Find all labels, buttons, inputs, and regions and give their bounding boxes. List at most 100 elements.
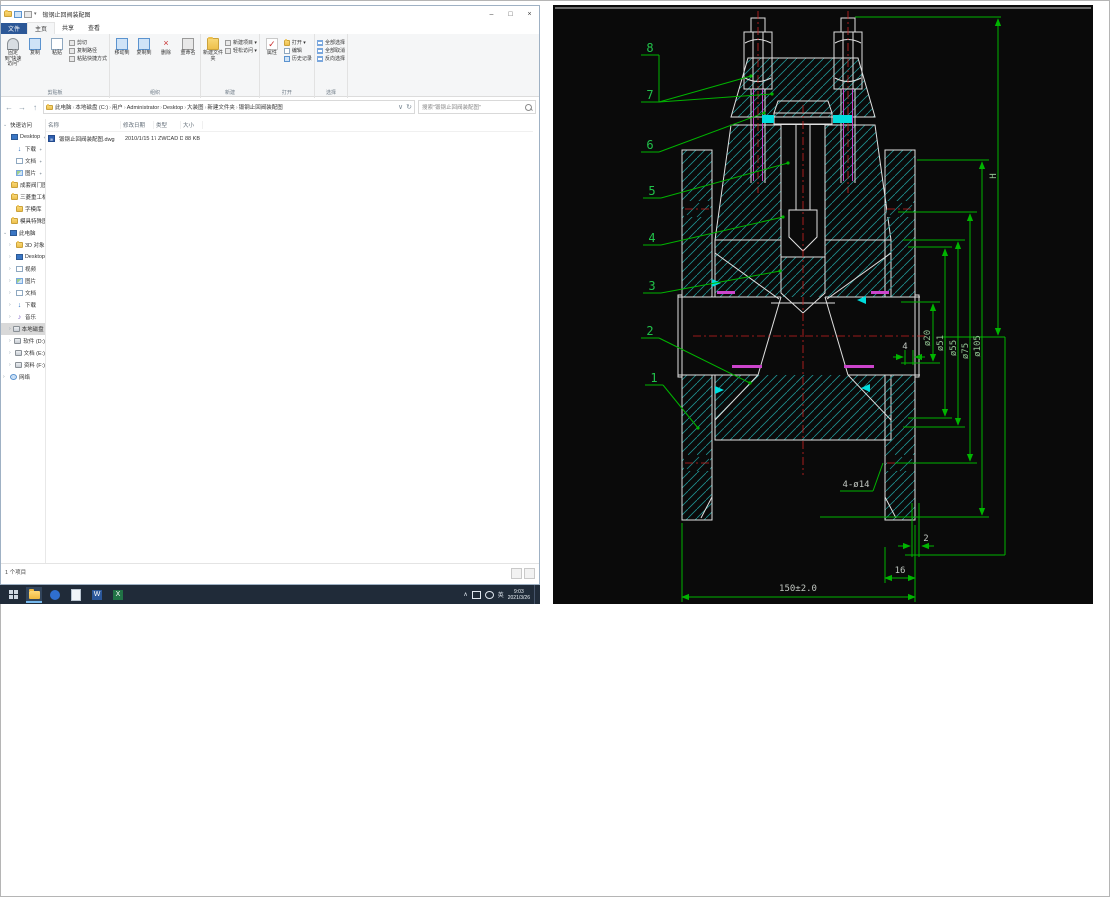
selectnone-button[interactable]: 全部取消 bbox=[316, 47, 345, 54]
tab-查看[interactable]: 查看 bbox=[81, 22, 107, 34]
maximize-button[interactable]: □ bbox=[501, 6, 520, 22]
move-button[interactable]: 移动到 bbox=[112, 36, 132, 57]
sidebar-item-图片[interactable]: › 图片 bbox=[1, 275, 45, 287]
file-explorer-taskbar-button[interactable] bbox=[26, 586, 42, 603]
history-button[interactable]: 历史记录 bbox=[283, 55, 312, 62]
open-button[interactable]: 打开 ▾ bbox=[283, 38, 312, 46]
sidebar-item-字模库[interactable]: 字模库 bbox=[1, 203, 45, 215]
column-name[interactable]: 名称 bbox=[46, 121, 121, 129]
crumb-5[interactable]: 大装图 bbox=[186, 105, 205, 111]
tree-expander-icon[interactable]: › bbox=[9, 302, 14, 308]
thumbnail-view-icon[interactable] bbox=[524, 568, 535, 579]
sidebar-item-三菱重工机电图纸[interactable]: 三菱重工机电图纸 bbox=[1, 191, 45, 203]
rename-button[interactable]: 重命名 bbox=[178, 36, 198, 57]
properties-button[interactable]: ✓ 属性 bbox=[262, 36, 282, 57]
taskbar-clock[interactable]: 9:03 2021/3/26 bbox=[508, 589, 530, 601]
tree-expander-icon[interactable]: › bbox=[9, 254, 14, 260]
tree-expander-icon[interactable]: › bbox=[9, 338, 12, 344]
tree-expander-icon[interactable]: › bbox=[9, 350, 13, 356]
sidebar-item-视频[interactable]: › 视频 bbox=[1, 263, 45, 275]
tree-expander-icon[interactable]: ⌄ bbox=[3, 122, 8, 128]
sidebar-item-模具特殊图纸[interactable]: 模具特殊图纸 bbox=[1, 215, 45, 227]
tab-共享[interactable]: 共享 bbox=[55, 22, 81, 34]
sidebar-item-下载[interactable]: › ↓ 下载 bbox=[1, 299, 45, 311]
start-button[interactable] bbox=[5, 587, 21, 603]
file-row[interactable]: ≋ 锻钢止回阀装配图.dwg 2010/1/15 17:47ZWCAD Drawin… bbox=[46, 132, 533, 145]
shortcut-button[interactable]: 粘贴快捷方式 bbox=[69, 55, 107, 62]
display-tray-icon[interactable] bbox=[471, 590, 481, 599]
newfolder-button[interactable]: 新建文件夹 bbox=[203, 36, 223, 62]
sidebar-item-Desktop[interactable]: › Desktop bbox=[1, 251, 45, 263]
show-desktop-button[interactable] bbox=[534, 585, 538, 604]
sidebar-item-文档[interactable]: 文档 ✦ bbox=[1, 155, 45, 167]
copyto-button[interactable]: 复制到 bbox=[134, 36, 154, 57]
sidebar-item-文档 (E:)[interactable]: › 文档 (E:) bbox=[1, 347, 45, 359]
refresh-icon[interactable]: ↻ bbox=[406, 103, 412, 111]
word-taskbar-button[interactable]: W bbox=[89, 587, 105, 603]
edit-button[interactable]: 编辑 bbox=[283, 47, 312, 54]
excel-taskbar-button[interactable]: X bbox=[110, 587, 126, 603]
sidebar-item-文档[interactable]: › 文档 bbox=[1, 287, 45, 299]
path-button[interactable]: 复制路径 bbox=[69, 47, 107, 54]
column-size[interactable]: 大小 bbox=[181, 121, 203, 129]
crumb-2[interactable]: 用户 bbox=[111, 105, 124, 111]
breadcrumb[interactable]: 此电脑›本地磁盘 (C:)›用户›Administrator›Desktop›大… bbox=[43, 100, 415, 114]
back-icon[interactable]: ← bbox=[4, 103, 14, 112]
column-date[interactable]: 修改日期 bbox=[121, 121, 154, 129]
qat-properties-icon[interactable] bbox=[14, 10, 22, 18]
sidebar-item-本地磁盘 (C:)[interactable]: › 本地磁盘 (C:) bbox=[1, 323, 45, 335]
tree-expander-icon[interactable]: › bbox=[9, 326, 11, 332]
tree-expander-icon[interactable]: › bbox=[9, 314, 14, 320]
tab-file[interactable]: 文件 bbox=[1, 23, 28, 34]
sidebar-item-3D 对象[interactable]: › 3D 对象 bbox=[1, 239, 45, 251]
details-view-icon[interactable] bbox=[511, 568, 522, 579]
invert-button[interactable]: 反向选择 bbox=[316, 55, 345, 62]
column-type[interactable]: 类型 bbox=[154, 121, 181, 129]
tree-expander-icon[interactable]: › bbox=[9, 266, 14, 272]
tree-expander-icon[interactable]: › bbox=[9, 290, 14, 296]
ime-indicator[interactable]: 英 bbox=[498, 590, 504, 599]
tab-主页[interactable]: 主页 bbox=[27, 22, 56, 34]
tree-expander-icon[interactable]: › bbox=[9, 242, 14, 248]
tree-expander-icon[interactable]: › bbox=[9, 278, 14, 284]
sidebar-item-成套阀门图纸资料[interactable]: 成套阀门图纸资料 bbox=[1, 179, 45, 191]
cut-button[interactable]: 剪切 bbox=[69, 39, 107, 46]
qat-newfolder-icon[interactable] bbox=[24, 10, 32, 18]
qat-customize-chevron-icon[interactable]: ▾ bbox=[34, 11, 37, 17]
crumb-4[interactable]: Desktop bbox=[162, 105, 184, 111]
crumb-3[interactable]: Administrator bbox=[126, 105, 160, 111]
tree-expander-icon[interactable]: › bbox=[3, 374, 8, 380]
close-button[interactable]: × bbox=[520, 6, 539, 22]
delete-button[interactable]: × 删除 bbox=[156, 36, 176, 57]
document-taskbar-button[interactable] bbox=[68, 587, 84, 603]
paste-button[interactable]: 粘贴 bbox=[47, 36, 67, 57]
up-icon[interactable]: ↑ bbox=[30, 103, 40, 112]
forward-icon[interactable]: → bbox=[17, 103, 27, 112]
volume-tray-icon[interactable] bbox=[484, 590, 494, 599]
sidebar-item-Desktop[interactable]: Desktop✦ bbox=[1, 131, 45, 143]
crumb-0[interactable]: 此电脑 bbox=[54, 105, 73, 111]
minimize-button[interactable]: – bbox=[482, 6, 501, 22]
tree-expander-icon[interactable]: ⌄ bbox=[3, 230, 8, 236]
copy-button[interactable]: 复制 bbox=[25, 36, 45, 57]
crumb-6[interactable]: 新建文件夹 bbox=[206, 105, 236, 111]
sidebar-item-图片[interactable]: 图片 ✦ bbox=[1, 167, 45, 179]
crumb-1[interactable]: 本地磁盘 (C:) bbox=[74, 105, 109, 111]
newitem-button[interactable]: 新建项目 ▾ bbox=[225, 39, 257, 46]
sidebar-item-资料 (F:)[interactable]: › 资料 (F:) bbox=[1, 359, 45, 371]
sidebar-item-下载[interactable]: ↓ 下载 ✦ bbox=[1, 143, 45, 155]
tree-expander-icon[interactable]: › bbox=[9, 362, 13, 368]
sidebar-section-quick-access[interactable]: ⌄ 快速访问 bbox=[1, 119, 45, 131]
sidebar-item-软件 (D:)[interactable]: › 软件 (D:) bbox=[1, 335, 45, 347]
browser-taskbar-button[interactable] bbox=[47, 587, 63, 603]
search-input[interactable]: 搜索"锻钢止回阀装配图" bbox=[418, 100, 536, 114]
cad-canvas[interactable]: 8 7 6 5 4 3 2 1 ø20 ø51 ø55 ø75 ø105 H 150±2.0 16 2 4 4-ø… bbox=[553, 5, 1093, 604]
sidebar-section-this-pc[interactable]: ⌄ 此电脑 bbox=[1, 227, 45, 239]
easyaccess-button[interactable]: 轻松访问 ▾ bbox=[225, 47, 257, 54]
crumb-7[interactable]: 锻钢止回阀装配图 bbox=[238, 105, 284, 111]
sidebar-section-network[interactable]: › 网络 bbox=[1, 371, 45, 383]
sidebar-item-音乐[interactable]: › ♪ 音乐 bbox=[1, 311, 45, 323]
address-dropdown-icon[interactable]: ∨ bbox=[398, 103, 403, 111]
tray-chevron-icon[interactable]: ∧ bbox=[463, 591, 467, 598]
pin-button[interactable]: 固定到"快速访问" bbox=[3, 36, 23, 68]
